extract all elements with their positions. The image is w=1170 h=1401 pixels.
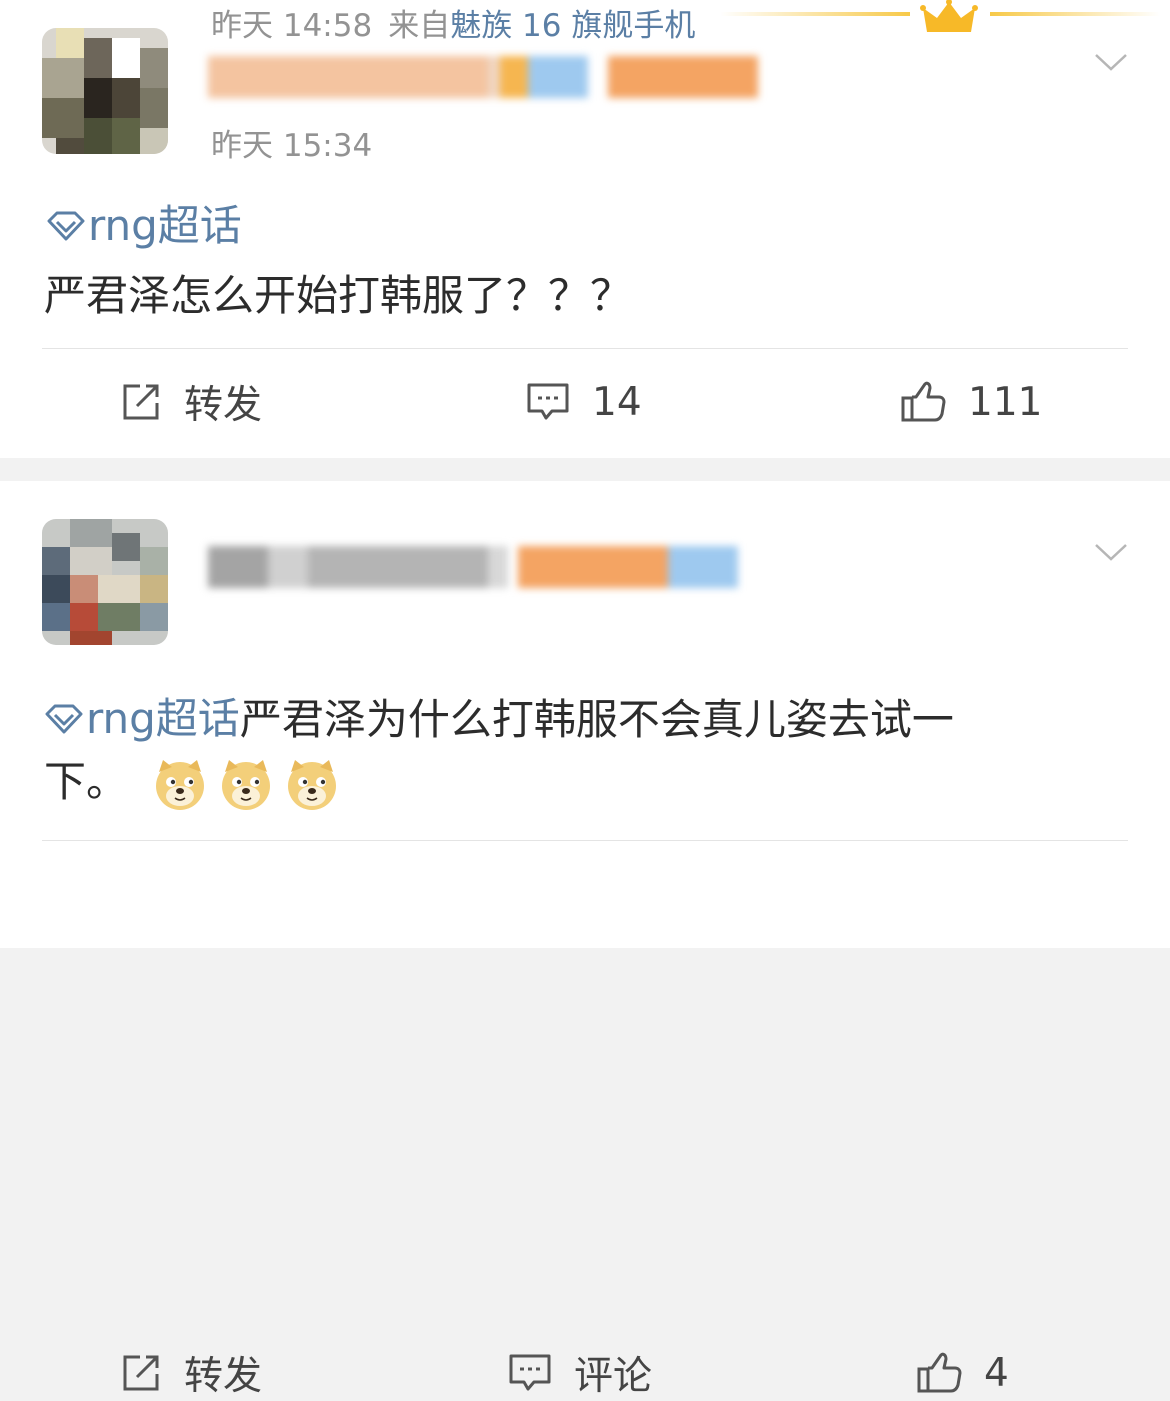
post-text-line1: 严君泽为什么打韩服不会真儿姿去试一 [239,695,954,744]
post-text: rng超话 严君泽为什么打韩服不会真儿姿去试一 下。 [44,688,1134,813]
avatar[interactable] [42,28,168,154]
comment-icon [527,383,569,420]
repost-label: 转发 [184,1354,263,1399]
doge-emoji [156,759,205,810]
like-button[interactable]: 111 [900,377,1042,427]
post-meta: 昨天 15:34 [211,120,372,165]
username-blurred[interactable] [208,546,738,588]
post-card[interactable]: 昨天 15:34 rng超话 严君泽怎么开始打韩服了？？？ 转发 14 111 [0,0,1170,458]
source-prefix: 来自 [388,8,451,44]
source-device-link[interactable]: 魅族 16 旗舰手机 [450,8,695,44]
post-topic-line: rng超话 [46,198,242,255]
chevron-down-icon[interactable] [1094,45,1128,79]
thumbs-up-icon [917,1352,962,1393]
share-icon [123,384,159,420]
chevron-down-icon[interactable] [1094,535,1128,569]
topic-tag[interactable]: rng超话 [44,688,240,750]
comment-icon [509,1354,551,1391]
repost-button[interactable]: 转发 [120,1348,263,1399]
post-meta: 昨天 14:58 来自魅族 16 旗舰手机 [211,0,695,45]
like-button[interactable]: 4 [916,1348,1009,1398]
comment-button[interactable]: 评论 [508,1348,653,1399]
timestamp: 昨天 14:58 [211,8,373,44]
topic-label: rng超话 [88,201,242,250]
divider [42,840,1128,841]
username-blurred[interactable] [208,56,758,98]
diamond-icon [47,211,85,241]
comment-button[interactable]: 14 [526,377,642,427]
post-text: 严君泽怎么开始打韩服了？？？ [44,271,633,320]
comment-count: 14 [592,379,642,425]
like-count: 4 [984,1350,1009,1396]
post-text-line2: 下。 [44,757,129,806]
like-count: 111 [968,379,1043,425]
repost-button[interactable]: 转发 [120,377,263,428]
topic-label: rng超话 [86,694,240,743]
repost-label: 转发 [184,383,263,428]
crown-icon [720,0,1160,32]
doge-emoji [222,759,271,810]
divider [42,348,1128,349]
diamond-icon [45,704,83,734]
doge-emoji [288,759,337,810]
topic-tag[interactable]: rng超话 [46,198,242,254]
thumbs-up-icon [901,381,946,422]
share-icon [123,1355,159,1391]
avatar[interactable] [42,519,168,645]
comment-label: 评论 [574,1354,653,1399]
timestamp: 昨天 15:34 [211,128,373,164]
